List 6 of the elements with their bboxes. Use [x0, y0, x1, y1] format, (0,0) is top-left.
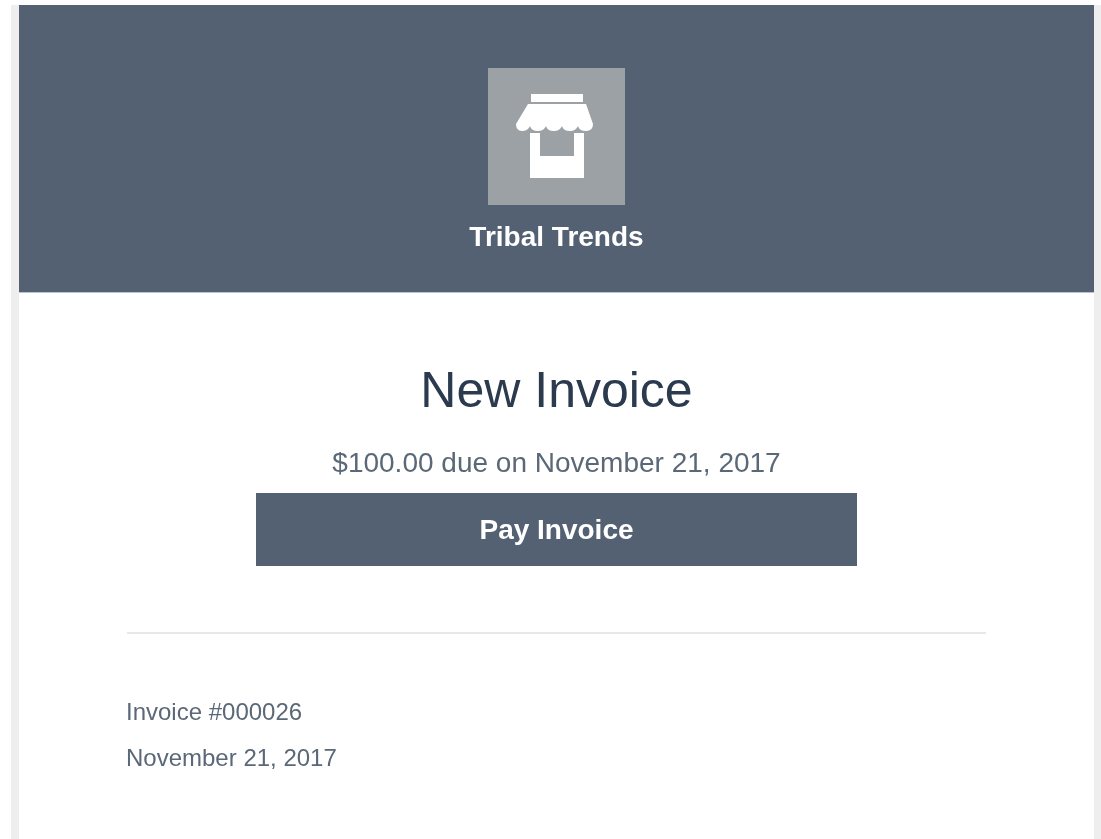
store-name: Tribal Trends [469, 221, 644, 253]
invoice-date: November 21, 2017 [126, 743, 337, 773]
pay-invoice-button[interactable]: Pay Invoice [256, 493, 857, 566]
due-line: $100.00 due on November 21, 2017 [332, 447, 781, 479]
invoice-title: New Invoice [420, 361, 693, 419]
invoice-number: Invoice #000026 [126, 697, 304, 727]
